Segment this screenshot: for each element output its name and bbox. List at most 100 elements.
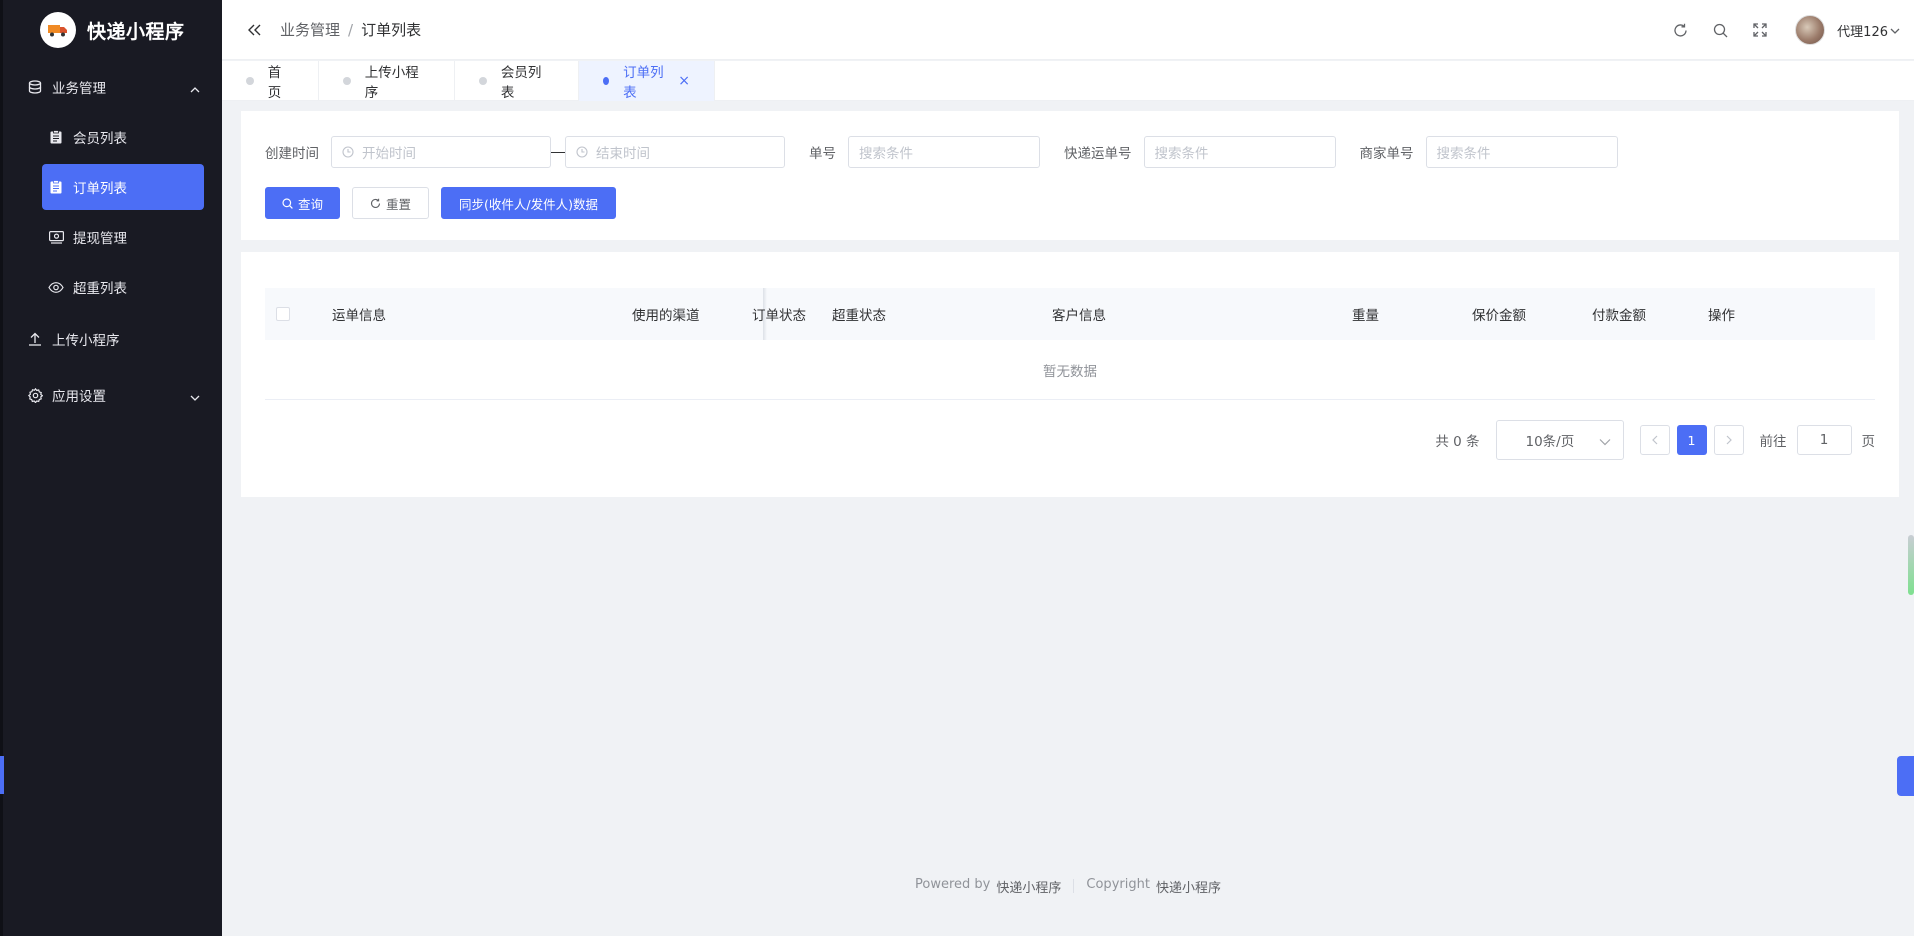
- sidebar-item-members[interactable]: 会员列表: [42, 114, 204, 160]
- page-size-value: 10条/页: [1525, 434, 1575, 450]
- page-number[interactable]: 1: [1676, 425, 1707, 455]
- order-no-label: 单号: [809, 146, 836, 162]
- sidebar-item-label: 提现管理: [73, 231, 127, 247]
- express-no-input[interactable]: 搜索条件: [1143, 136, 1336, 168]
- menu-upload-miniprogram[interactable]: 上传小程序: [3, 314, 222, 364]
- search-form: 创建时间 开始时间 结束时间 单号 搜索条件 快递运单号 搜索条件 商家单号 搜…: [265, 136, 1618, 168]
- left-float-tab[interactable]: [0, 756, 4, 794]
- clipboard-icon: [48, 129, 64, 145]
- username[interactable]: 代理126: [1837, 21, 1888, 40]
- search-icon: [282, 197, 293, 209]
- prev-page-button[interactable]: [1639, 425, 1670, 455]
- empty-state: 暂无数据: [265, 340, 1875, 400]
- next-page-button[interactable]: [1713, 425, 1744, 455]
- sidebar-item-label: 订单列表: [73, 181, 127, 197]
- breadcrumb-separator: /: [348, 20, 354, 39]
- merchant-no-placeholder: 搜索条件: [1436, 146, 1491, 162]
- pagination: 共 0 条 10条/页 1 前往 1 页: [1435, 420, 1875, 460]
- header-actions: 代理126: [1671, 0, 1900, 60]
- copyright-label: Copyright: [1086, 877, 1150, 892]
- breadcrumb: 业务管理 / 订单列表: [280, 19, 421, 40]
- clock-icon: [342, 146, 354, 158]
- column-header: 保价金额: [1472, 308, 1526, 324]
- express-no-label: 快递运单号: [1064, 146, 1132, 162]
- column-header: 重量: [1352, 308, 1379, 324]
- app-logo[interactable]: 快递小程序: [3, 0, 222, 60]
- close-icon[interactable]: ×: [678, 73, 690, 89]
- scrollbar-thumb[interactable]: [1908, 535, 1914, 595]
- range-separator: [551, 151, 565, 153]
- right-float-tab[interactable]: [1897, 756, 1914, 796]
- menu-group-business[interactable]: 业务管理: [3, 62, 222, 112]
- copyright-brand[interactable]: 快递小程序: [1156, 877, 1221, 896]
- chevron-down-icon: [1599, 434, 1611, 450]
- merchant-no-input[interactable]: 搜索条件: [1425, 136, 1618, 168]
- sidebar-item-withdrawals[interactable]: 提现管理: [42, 214, 204, 260]
- sync-button-label: 同步(收件人/发件人)数据: [459, 196, 598, 212]
- tab-dot: [479, 77, 487, 85]
- tab-upload-miniprogram[interactable]: 上传小程序: [319, 61, 455, 101]
- powered-by-label: Powered by: [915, 877, 991, 892]
- page-tabs: 首页 上传小程序 会员列表 订单列表 ×: [222, 61, 1914, 101]
- reset-button[interactable]: 重置: [352, 187, 430, 219]
- tab-orders[interactable]: 订单列表 ×: [579, 61, 715, 101]
- table-header: 运单信息 使用的渠道 订单状态 超重状态 客户信息 重量 保价金额 付款金额 操…: [265, 288, 1875, 340]
- merchant-no-label: 商家单号: [1359, 146, 1414, 162]
- total-count: 共 0 条: [1435, 434, 1480, 450]
- app-title: 快递小程序: [87, 20, 185, 43]
- end-time-input[interactable]: 结束时间: [565, 136, 785, 168]
- express-no-placeholder: 搜索条件: [1154, 146, 1209, 162]
- order-no-input[interactable]: 搜索条件: [848, 136, 1040, 168]
- tab-label: 首页: [267, 65, 282, 101]
- avatar[interactable]: [1795, 15, 1826, 45]
- upload-icon: [27, 331, 43, 347]
- select-all-checkbox[interactable]: [276, 288, 290, 340]
- cash-icon: [48, 229, 64, 245]
- query-button[interactable]: 查询: [265, 187, 341, 219]
- breadcrumb-current: 订单列表: [361, 21, 422, 39]
- tab-dot: [603, 77, 610, 85]
- menu-group-label: 业务管理: [52, 81, 106, 97]
- checkbox[interactable]: [276, 307, 290, 321]
- created-time-label: 创建时间: [265, 146, 319, 162]
- column-header: 使用的渠道: [632, 308, 700, 324]
- fullscreen-icon[interactable]: [1751, 21, 1769, 39]
- start-time-input[interactable]: 开始时间: [331, 136, 551, 168]
- menu-item-label: 上传小程序: [52, 333, 120, 349]
- menu-group-label: 应用设置: [52, 389, 106, 405]
- order-no-placeholder: 搜索条件: [859, 146, 913, 162]
- page-suffix: 页: [1861, 434, 1876, 450]
- column-header: 付款金额: [1592, 308, 1646, 324]
- goto-page-input[interactable]: 1: [1796, 425, 1852, 455]
- tab-dot: [246, 77, 254, 85]
- sidebar-item-orders[interactable]: 订单列表: [42, 164, 204, 210]
- refresh-icon[interactable]: [1671, 21, 1689, 39]
- footer-divider: [1073, 879, 1075, 893]
- column-header: 运单信息: [332, 308, 386, 324]
- powered-by-brand[interactable]: 快递小程序: [996, 877, 1061, 896]
- reset-button-label: 重置: [386, 196, 412, 212]
- chevron-down-icon[interactable]: [1890, 23, 1900, 38]
- tab-home[interactable]: 首页: [222, 61, 319, 101]
- page-size-select[interactable]: 10条/页: [1495, 420, 1624, 460]
- eye-icon: [48, 279, 64, 295]
- tab-dot: [343, 77, 351, 85]
- column-header: 订单状态: [752, 308, 806, 324]
- sidebar-item-label: 会员列表: [73, 131, 127, 147]
- sync-data-button[interactable]: 同步(收件人/发件人)数据: [441, 187, 616, 219]
- sidebar-item-overweight[interactable]: 超重列表: [42, 264, 204, 310]
- gear-icon: [27, 387, 43, 403]
- menu-group-app-settings[interactable]: 应用设置: [3, 370, 222, 420]
- tab-label: 订单列表: [623, 65, 664, 101]
- column-header: 超重状态: [832, 308, 886, 324]
- chevron-up-icon: [190, 81, 200, 97]
- collapse-sidebar-icon[interactable]: [246, 21, 264, 39]
- chevron-down-icon: [190, 389, 200, 405]
- tab-members[interactable]: 会员列表: [455, 61, 579, 101]
- truck-icon: [40, 12, 76, 48]
- search-icon[interactable]: [1711, 21, 1729, 39]
- goto-label: 前往: [1759, 434, 1787, 450]
- breadcrumb-item[interactable]: 业务管理: [280, 19, 340, 40]
- search-panel: 创建时间 开始时间 结束时间 单号 搜索条件 快递运单号 搜索条件 商家单号 搜…: [241, 111, 1899, 240]
- column-header: 操作: [1708, 308, 1735, 324]
